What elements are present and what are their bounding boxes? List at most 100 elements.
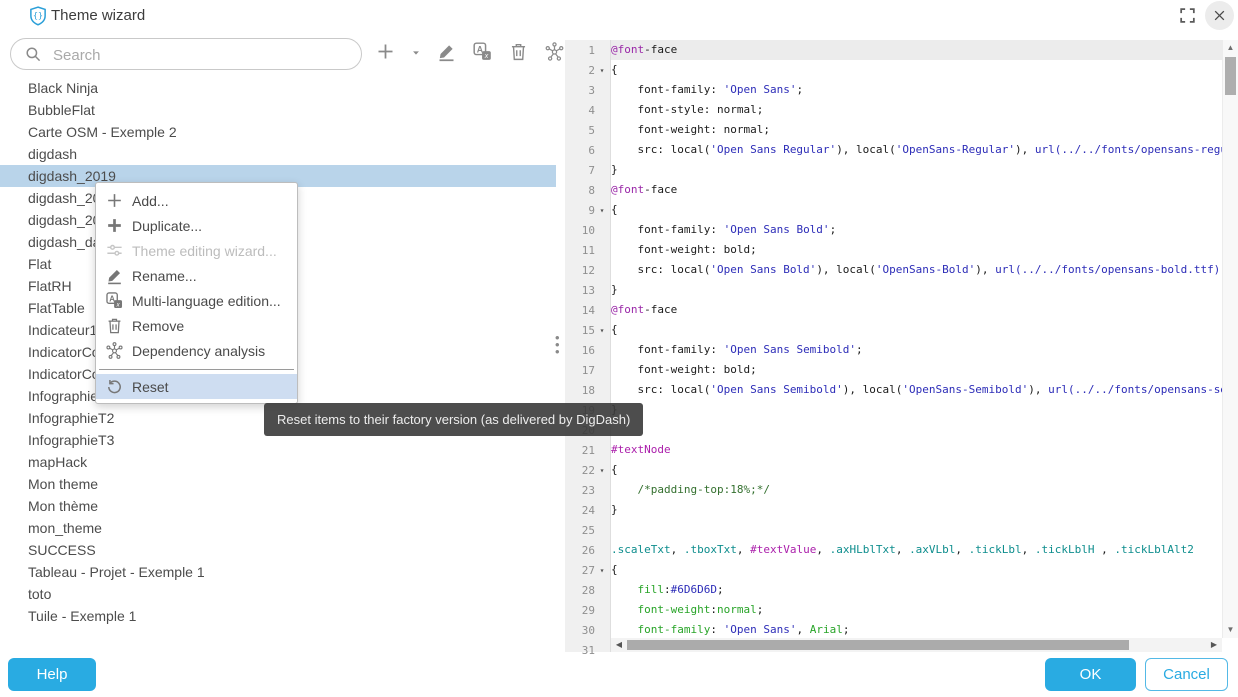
css-code-editor[interactable]: 12▾3456789▾101112131415▾16171819202122▾2… [565,40,1238,652]
horizontal-scroll-thumb[interactable] [627,640,1129,650]
line-number: 7 [565,160,610,180]
code-line: #textNode [611,440,1222,460]
code-line: src: local('Open Sans Regular'), local('… [611,140,1222,160]
sliders-icon [105,241,124,260]
fullscreen-button[interactable] [1178,6,1197,25]
fold-arrow-icon[interactable]: ▾ [595,66,609,75]
fold-arrow-icon[interactable]: ▾ [595,566,609,575]
editor-gutter: 12▾3456789▾101112131415▾16171819202122▾2… [565,40,611,652]
line-number: 17 [565,360,610,380]
pencil-icon [105,266,124,285]
remove-button[interactable] [508,41,529,67]
edit-button[interactable] [436,41,457,67]
theme-list-item[interactable]: Tuile - Exemple 1 [0,605,556,627]
line-number: 15▾ [565,320,610,340]
menu-item-label: Dependency analysis [132,343,265,359]
reset-tooltip: Reset items to their factory version (as… [264,403,643,436]
code-line: { [611,200,1222,220]
close-icon [1213,9,1226,22]
scroll-down-arrow-icon[interactable]: ▼ [1223,623,1238,637]
line-number: 2▾ [565,60,610,80]
editor-horizontal-scrollbar[interactable]: ◀ ▶ [611,638,1222,652]
line-number: 30 [565,620,610,640]
menu-item-theme-editing-wizard[interactable]: Theme editing wizard... [96,238,297,263]
code-line: { [611,320,1222,340]
theme-list-item[interactable]: mapHack [0,451,556,473]
scroll-up-arrow-icon[interactable]: ▲ [1223,41,1238,55]
editor-vertical-scrollbar[interactable]: ▲ ▼ [1222,40,1238,638]
trash-icon [105,316,124,335]
line-number: 23 [565,480,610,500]
menu-item-duplicate[interactable]: Duplicate... [96,213,297,238]
plus-icon [375,41,396,67]
page-title: Theme wizard [51,7,145,24]
code-line: @font-face [611,40,1222,60]
theme-list-item[interactable]: Tableau - Projet - Exemple 1 [0,561,556,583]
line-number: 26 [565,540,610,560]
cancel-button[interactable]: Cancel [1145,658,1228,691]
multi-language-button[interactable]: Ax [472,41,493,67]
fold-arrow-icon[interactable]: ▾ [595,326,609,335]
theme-list-item[interactable]: Black Ninja [0,77,556,99]
menu-item-label: Rename... [132,268,197,284]
pencil-icon [436,41,457,67]
reset-icon [105,377,124,396]
context-menu: Add... Duplicate... Theme editing wizard..… [95,182,298,404]
menu-item-add[interactable]: Add... [96,188,297,213]
menu-item-dependency-analysis[interactable]: Dependency analysis [96,338,297,363]
fullscreen-icon [1178,6,1197,25]
line-number: 31 [565,640,610,660]
menu-item-rename[interactable]: Rename... [96,263,297,288]
line-number: 22▾ [565,460,610,480]
scroll-right-arrow-icon[interactable]: ▶ [1207,638,1221,652]
network-icon [105,341,124,360]
theme-list-item[interactable]: mon_theme [0,517,556,539]
theme-list-item[interactable]: Mon theme [0,473,556,495]
menu-item-label: Duplicate... [132,218,202,234]
svg-text:x: x [484,53,489,60]
line-number: 10 [565,220,610,240]
dependency-analysis-button[interactable] [544,41,565,67]
code-line: font-weight: bold; [611,240,1222,260]
menu-separator [99,369,294,370]
plus-icon [105,191,124,210]
ok-button[interactable]: OK [1045,658,1136,691]
code-line: src: local('Open Sans Semibold'), local(… [611,380,1222,400]
help-button[interactable]: Help [8,658,96,691]
translate-icon: Ax [105,291,124,310]
menu-item-reset[interactable]: Reset [96,374,297,399]
add-dropdown-button[interactable] [411,45,421,63]
scroll-left-arrow-icon[interactable]: ◀ [612,638,626,652]
code-line: fill:#6D6D6D; [611,580,1222,600]
code-line: /*padding-top:18%;*/ [611,480,1222,500]
panel-splitter-handle[interactable]: ••• [555,334,560,355]
theme-list-item[interactable]: BubbleFlat [0,99,556,121]
theme-list-item[interactable]: SUCCESS [0,539,556,561]
editor-code-area[interactable]: @font-face{ font-family: 'Open Sans'; fo… [611,40,1222,638]
search-box [10,38,362,70]
code-line: font-family: 'Open Sans'; [611,80,1222,100]
code-line [611,420,1222,440]
code-line: @font-face [611,180,1222,200]
svg-text:{}: {} [33,10,43,20]
code-line: { [611,560,1222,580]
plus-bold-icon [105,216,124,235]
fold-arrow-icon[interactable]: ▾ [595,466,609,475]
menu-item-multi-language-edition[interactable]: AxMulti-language edition... [96,288,297,313]
code-line: @font-face [611,300,1222,320]
theme-list-item[interactable]: Carte OSM - Exemple 2 [0,121,556,143]
line-number: 11 [565,240,610,260]
close-button[interactable] [1205,1,1234,30]
fold-arrow-icon[interactable]: ▾ [595,206,609,215]
theme-list-item[interactable]: digdash [0,143,556,165]
vertical-scroll-thumb[interactable] [1225,57,1236,95]
add-button[interactable] [375,41,396,67]
search-input[interactable] [51,40,355,70]
theme-list-item[interactable]: Mon thème [0,495,556,517]
menu-item-label: Add... [132,193,169,209]
menu-item-remove[interactable]: Remove [96,313,297,338]
code-line: font-family: 'Open Sans', Arial; [611,620,1222,638]
theme-list-item[interactable]: toto [0,583,556,605]
line-number: 1 [565,40,610,60]
code-line: font-family: 'Open Sans Semibold'; [611,340,1222,360]
